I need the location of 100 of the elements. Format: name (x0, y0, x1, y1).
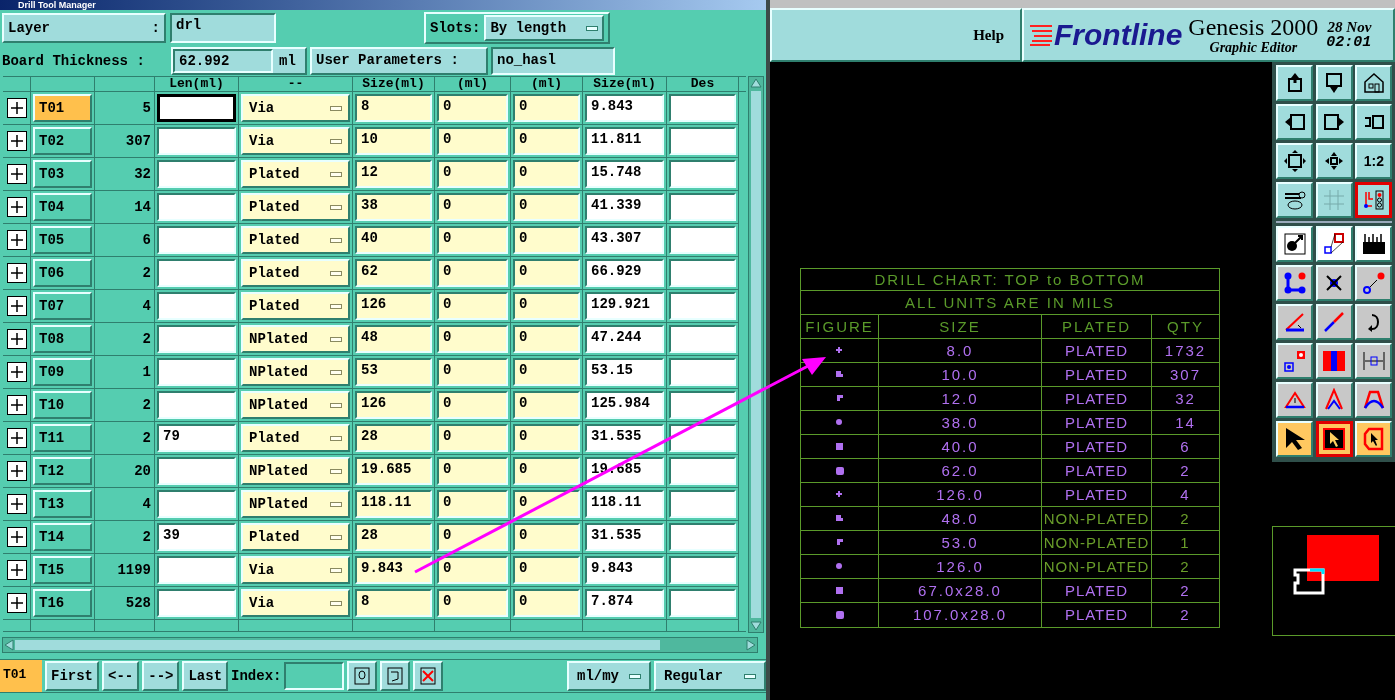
input-field[interactable]: 0 (513, 94, 580, 122)
input-field[interactable]: 0 (513, 127, 580, 155)
type-dropdown[interactable]: NPlated (241, 490, 350, 518)
type-dropdown[interactable]: NPlated (241, 457, 350, 485)
input-field[interactable]: 0 (513, 226, 580, 254)
expand-button[interactable] (6, 296, 27, 316)
description-field[interactable] (669, 457, 736, 485)
description-field[interactable] (669, 160, 736, 188)
tool-button[interactable]: T13 (33, 490, 92, 518)
input-field[interactable]: 0 (513, 556, 580, 584)
input-field[interactable]: 0 (513, 292, 580, 320)
type-dropdown[interactable]: NPlated (241, 325, 350, 353)
input-field[interactable]: 0 (437, 325, 508, 353)
tool-button[interactable]: T02 (33, 127, 92, 155)
scroll-left-icon[interactable] (3, 638, 15, 652)
description-field[interactable] (669, 94, 736, 122)
length-field[interactable] (157, 127, 236, 155)
size-field[interactable]: 53 (355, 358, 432, 386)
length-field[interactable] (157, 94, 236, 122)
size-field[interactable]: 126 (355, 292, 432, 320)
length-field[interactable] (157, 193, 236, 221)
length-field[interactable] (157, 325, 236, 353)
expand-button[interactable] (6, 362, 27, 382)
size-field[interactable]: 38 (355, 193, 432, 221)
mode-dropdown[interactable]: Regular (654, 661, 766, 691)
nav-button[interactable]: <-- (102, 661, 140, 691)
finish-size-field[interactable]: 43.307 (585, 226, 664, 254)
input-field[interactable]: 0 (437, 94, 508, 122)
tool-button[interactable]: T08 (33, 325, 92, 353)
input-field[interactable]: 0 (513, 325, 580, 353)
expand-button[interactable] (6, 263, 27, 283)
tool-button[interactable]: T03 (33, 160, 92, 188)
input-field[interactable]: 0 (437, 193, 508, 221)
input-field[interactable]: 0 (513, 391, 580, 419)
user-parameters-field[interactable]: no_hasl (491, 47, 615, 75)
type-dropdown[interactable]: Plated (241, 259, 350, 287)
thickness-field[interactable]: 62.992 (173, 49, 273, 73)
finish-size-field[interactable]: 118.11 (585, 490, 664, 518)
expand-button[interactable] (6, 230, 27, 250)
type-dropdown[interactable]: Plated (241, 523, 350, 551)
expand-button[interactable] (6, 329, 27, 349)
delete-button[interactable] (413, 661, 444, 691)
length-field[interactable] (157, 457, 236, 485)
description-field[interactable] (669, 424, 736, 452)
description-field[interactable] (669, 589, 736, 617)
type-dropdown[interactable]: Via (241, 589, 350, 617)
scroll-right-icon[interactable] (745, 638, 757, 652)
expand-button[interactable] (6, 98, 27, 118)
description-field[interactable] (669, 259, 736, 287)
length-field[interactable] (157, 292, 236, 320)
tool-button[interactable] (1315, 421, 1353, 457)
expand-button[interactable] (6, 494, 27, 514)
input-field[interactable]: 0 (437, 127, 508, 155)
input-field[interactable]: 0 (513, 490, 580, 518)
type-dropdown[interactable]: Plated (241, 292, 350, 320)
input-field[interactable]: 0 (513, 193, 580, 221)
expand-button[interactable] (6, 395, 27, 415)
size-field[interactable]: 10 (355, 127, 432, 155)
type-dropdown[interactable]: Via (241, 556, 350, 584)
tool-button[interactable]: T04 (33, 193, 92, 221)
input-field[interactable]: 0 (437, 424, 508, 452)
page-button[interactable] (380, 661, 411, 691)
expand-button[interactable] (6, 527, 27, 547)
description-field[interactable] (669, 358, 736, 386)
finish-size-field[interactable]: 15.748 (585, 160, 664, 188)
nav-button[interactable]: --> (142, 661, 180, 691)
help-button[interactable]: Help (770, 8, 1022, 62)
expand-button[interactable] (6, 428, 27, 448)
finish-size-field[interactable]: 41.339 (585, 193, 664, 221)
length-field[interactable] (157, 556, 236, 584)
size-field[interactable]: 8 (355, 589, 432, 617)
input-field[interactable]: 0 (513, 424, 580, 452)
nav-button[interactable]: Last (182, 661, 229, 691)
expand-button[interactable] (6, 461, 27, 481)
scrollbar-thumb[interactable] (751, 91, 761, 618)
finish-size-field[interactable]: 31.535 (585, 523, 664, 551)
length-field[interactable] (157, 160, 236, 188)
input-field[interactable]: 0 (437, 490, 508, 518)
size-field[interactable]: 48 (355, 325, 432, 353)
description-field[interactable] (669, 523, 736, 551)
type-dropdown[interactable]: Via (241, 127, 350, 155)
vertical-scrollbar[interactable] (748, 76, 764, 633)
expand-button[interactable] (6, 593, 27, 613)
input-field[interactable]: 0 (437, 358, 508, 386)
tool-button[interactable]: T14 (33, 523, 92, 551)
type-dropdown[interactable]: NPlated (241, 358, 350, 386)
length-field[interactable] (157, 589, 236, 617)
input-field[interactable]: 0 (437, 226, 508, 254)
finish-size-field[interactable]: 47.244 (585, 325, 664, 353)
input-field[interactable]: 0 (437, 259, 508, 287)
length-field[interactable]: 79 (157, 424, 236, 452)
description-field[interactable] (669, 193, 736, 221)
bulb-button[interactable] (347, 661, 378, 691)
size-field[interactable]: 19.685 (355, 457, 432, 485)
size-field[interactable]: 28 (355, 523, 432, 551)
input-field[interactable]: 0 (437, 457, 508, 485)
tool-button[interactable]: T01 (33, 94, 92, 122)
finish-size-field[interactable]: 7.874 (585, 589, 664, 617)
input-field[interactable]: 0 (437, 391, 508, 419)
input-field[interactable]: 0 (513, 259, 580, 287)
